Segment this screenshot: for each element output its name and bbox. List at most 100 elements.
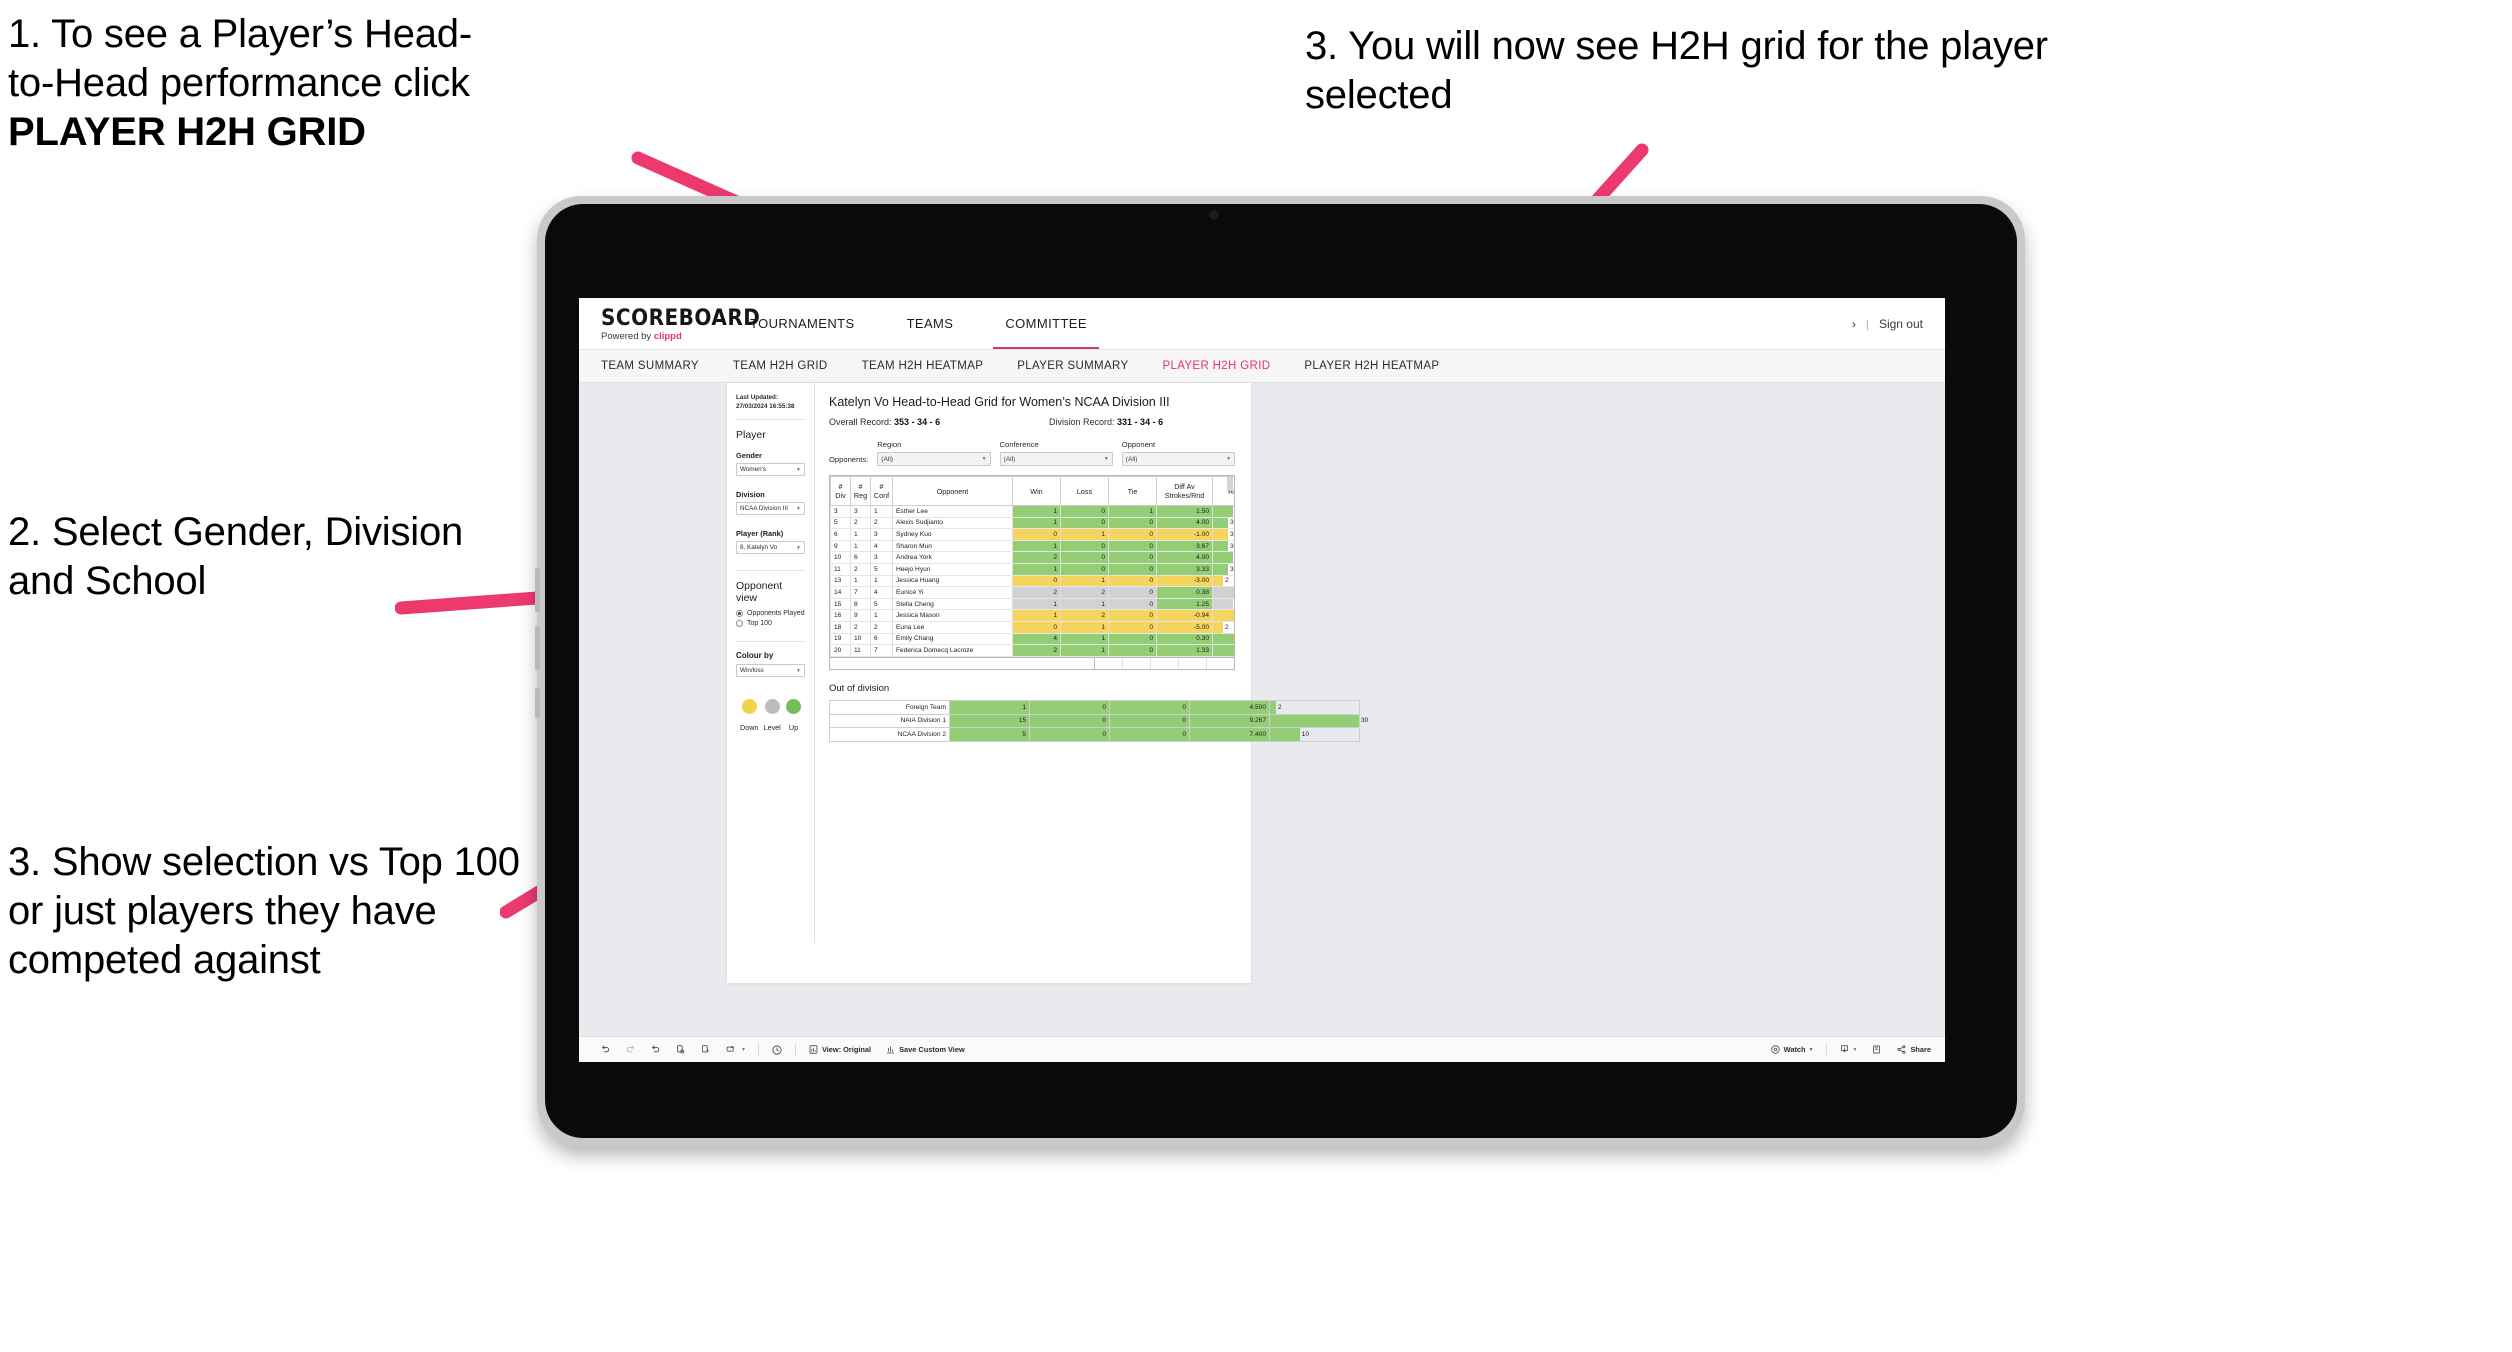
revert-button[interactable] (643, 1044, 668, 1055)
cell-diff: 1.33 (1156, 644, 1213, 657)
cell-opponent: Sydney Kuo (892, 528, 1013, 541)
sign-out-button[interactable]: Sign out (1879, 317, 1923, 331)
table-row[interactable]: 1585Stella Cheng1101.254 (830, 598, 1234, 611)
player-rank-select[interactable]: 8. Katelyn Vo ▼ (736, 541, 805, 555)
clippd-brand: clippd (653, 330, 682, 342)
chevron-down-icon: ▼ (796, 466, 801, 473)
col-win[interactable]: Win (1012, 476, 1061, 506)
player-rank-label: Player (Rank) (736, 529, 784, 539)
table-row[interactable]: 9 1 4 Sharon Mun 1 0 0 3.67 3 (830, 540, 1234, 553)
save-custom-view-button[interactable]: Save Custom View (878, 1044, 972, 1055)
share-button[interactable]: Share (1889, 1044, 1945, 1055)
chevron-down-icon: ▼ (1226, 456, 1232, 462)
cell-win: 2 (1012, 551, 1061, 564)
table-row[interactable]: 1691Jessica Mason120-0.947 (830, 609, 1234, 622)
table-row[interactable]: 1474Eunice Yi2200.389 (830, 586, 1234, 599)
table-row[interactable]: Foreign Team 1 0 0 4.500 2 (829, 700, 1360, 715)
tab-team-h2h-heatmap[interactable]: TEAM H2H HEATMAP (862, 360, 984, 372)
cell-opponent: Sharon Mun (892, 540, 1013, 553)
cell-opponent: Alexis Sudjianto (892, 517, 1013, 530)
grid-empty-win (1095, 657, 1123, 669)
player-section-title: Player (736, 429, 766, 442)
undo-button[interactable] (593, 1044, 618, 1055)
col-conf[interactable]: # Conf (870, 476, 893, 506)
region-select[interactable]: (All) ▼ (877, 452, 991, 466)
radio-opponents-played[interactable]: Opponents Played (736, 610, 805, 618)
volume-up-button[interactable] (535, 568, 540, 612)
cell-diff: 3.67 (1156, 540, 1213, 553)
annotation-step-1-line1: 1. To see a Player’s Head- (8, 12, 472, 56)
nav-item-committee[interactable]: COMMITTEE (979, 298, 1113, 349)
table-row[interactable]: NAIA Division 1 15 0 0 9.267 30 (829, 713, 1368, 728)
division-record-label: Division Record: (1049, 417, 1115, 427)
tab-team-h2h-grid[interactable]: TEAM H2H GRID (733, 360, 828, 372)
pause-updates-button[interactable] (693, 1044, 718, 1055)
nav-item-tournaments[interactable]: TOURNAMENTS (724, 298, 881, 349)
rounds-bar (1213, 598, 1233, 610)
cell-div: 6 (830, 528, 851, 541)
table-row[interactable]: NCAA Division 2 5 0 0 7.400 10 (829, 727, 1360, 742)
volume-down-button[interactable] (535, 626, 540, 670)
tab-team-summary[interactable]: TEAM SUMMARY (601, 360, 699, 372)
cell-opponent: Andrea York (892, 551, 1013, 564)
nav-item-teams[interactable]: TEAMS (881, 298, 980, 349)
cell-win: 0 (1012, 528, 1061, 541)
device-layout-button[interactable]: ▼ (718, 1044, 753, 1055)
grid-scrollbar[interactable] (1227, 477, 1233, 491)
col-div[interactable]: # Div (830, 476, 851, 506)
account-chevron-icon[interactable]: › (1852, 317, 1856, 331)
tab-player-h2h-heatmap[interactable]: PLAYER H2H HEATMAP (1304, 360, 1439, 372)
col-reg[interactable]: # Reg (850, 476, 871, 506)
view-original-button[interactable]: View: Original (801, 1044, 878, 1055)
table-row[interactable]: 5 2 2 Alexis Sudjianto 1 0 0 4.00 3 (830, 517, 1234, 530)
cell-win: 1 (1012, 540, 1061, 553)
colour-by-select[interactable]: Win/loss ▼ (736, 664, 805, 678)
cell-reg: 8 (850, 598, 871, 611)
share-label: Share (1910, 1045, 1931, 1054)
table-row[interactable]: 331Esther Lee1011.504 (830, 505, 1234, 518)
h2h-grid[interactable]: # Div # Reg # Conf Opponent Win Loss Tie Di… (829, 475, 1235, 670)
toolbar-divider (1825, 1044, 1827, 1055)
table-row[interactable]: 18 2 2 Euna Lee 0 1 0 -5.00 2 (830, 621, 1234, 634)
cell-rounds: 10 (1269, 727, 1360, 742)
cell-opponent: Euna Lee (892, 621, 1013, 634)
cell-div: 14 (830, 586, 851, 599)
redo-button[interactable] (618, 1044, 643, 1055)
cell-division-label: Foreign Team (829, 700, 950, 715)
opponent-select[interactable]: (All) ▼ (1121, 452, 1236, 466)
table-row[interactable]: 13 1 1 Jessica Huang 0 1 0 -3.00 2 (830, 575, 1234, 588)
refresh-data-button[interactable] (668, 1044, 693, 1055)
cell-division-label: NCAA Division 2 (829, 727, 950, 742)
watch-button[interactable]: Watch ▼ (1763, 1044, 1821, 1055)
power-button[interactable] (535, 688, 540, 718)
cell-rounds: 2 (1212, 621, 1234, 634)
history-button[interactable] (764, 1044, 790, 1056)
cell-diff: 4.00 (1156, 551, 1213, 564)
tab-player-h2h-grid[interactable]: PLAYER H2H GRID (1162, 360, 1270, 372)
out-of-division-table: Foreign Team 1 0 0 4.500 2 NAIA Division 1 15 0 0… (829, 700, 1368, 742)
table-row[interactable]: 19106Emily Chang4100.3011 (830, 633, 1234, 646)
cell-div: 16 (830, 609, 851, 622)
rounds-value: 3 (1230, 519, 1234, 527)
col-tie[interactable]: Tie (1108, 476, 1157, 506)
table-row[interactable]: 20117Federica Domecq Lacroze2101.336 (830, 644, 1234, 657)
rounds-value: 4 (1233, 599, 1234, 610)
cell-reg: 10 (850, 633, 871, 646)
fullscreen-button[interactable] (1864, 1044, 1889, 1055)
division-select[interactable]: NCAA Division III ▼ (736, 502, 805, 516)
legend-swatch-up (785, 699, 801, 715)
gender-select[interactable]: Women's ▼ (736, 463, 805, 477)
tab-player-summary[interactable]: PLAYER SUMMARY (1017, 360, 1128, 372)
rounds-bar (1270, 714, 1359, 727)
brand-logo[interactable]: SCOREBOARD Powered by clippd (579, 306, 760, 342)
col-opponent[interactable]: Opponent (892, 476, 1013, 506)
radio-top-100[interactable]: Top 100 (736, 620, 805, 628)
conference-select[interactable]: (All) ▼ (999, 452, 1113, 466)
col-loss[interactable]: Loss (1060, 476, 1109, 506)
download-button[interactable]: ▼ (1832, 1044, 1865, 1055)
table-row[interactable]: 6 1 3 Sydney Kuo 0 1 0 -1.00 3 (830, 528, 1234, 541)
col-diff-av-strokes[interactable]: Diff Av Strokes/Rnd (1156, 476, 1213, 506)
table-row[interactable]: 1063Andrea York2004.004 (830, 551, 1234, 564)
table-row[interactable]: 11 2 5 Heejo Hyun 1 0 0 3.33 3 (830, 563, 1234, 576)
cell-tie: 0 (1108, 551, 1157, 564)
